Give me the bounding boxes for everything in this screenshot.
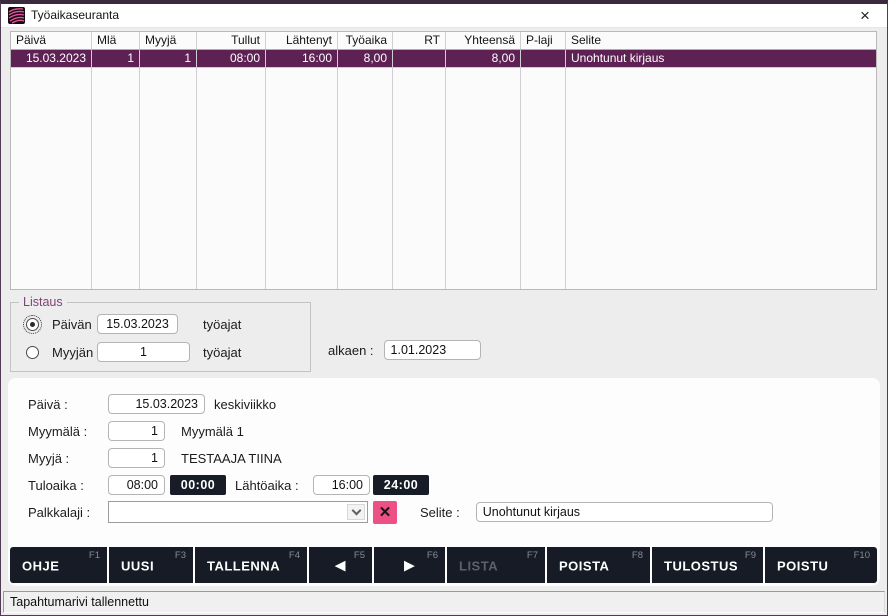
lahtoaika-label: Lähtöaika : (235, 478, 313, 493)
lahtoaika-field[interactable]: 16:00 (313, 475, 370, 495)
alkaen-row: alkaen : 1.01.2023 (328, 340, 481, 360)
window-title: Työaikaseuranta (31, 8, 119, 22)
close-icon[interactable]: × (854, 4, 876, 28)
radio-paivan[interactable] (26, 318, 39, 331)
myyja-label: Myyjä : (28, 451, 108, 466)
myymala-number-field[interactable]: 1 (108, 421, 165, 441)
palkkalaji-row: Palkkalaji : ✕ Selite : Unohtunut kirjau… (28, 501, 860, 523)
fkey-label: F1 (89, 550, 100, 561)
fkey-label: F7 (527, 550, 538, 561)
tuloaika-label: Tuloaika : (28, 478, 108, 493)
cell-paiva: 15.03.2023 (11, 50, 92, 67)
selite-label: Selite : (420, 505, 460, 520)
paiva-date-field[interactable]: 15.03.2023 (108, 394, 205, 414)
column-header-lahtenyt[interactable]: Lähtenyt (266, 32, 338, 49)
lista-button-disabled: F7 LISTA (447, 547, 545, 583)
column-header-tyoaika[interactable]: Työaika (338, 32, 393, 49)
alkaen-date-input[interactable]: 1.01.2023 (384, 340, 481, 360)
table-empty-area (11, 68, 876, 289)
cell-lahtenyt: 16:00 (266, 50, 338, 67)
myyja-number-field[interactable]: 1 (108, 448, 165, 468)
records-table: Päivä Mlä Myyjä Tullut Lähtenyt Työaika … (10, 31, 877, 290)
column-header-paiva[interactable]: Päivä (11, 32, 92, 49)
titlebar: Työaikaseuranta × (1, 4, 887, 28)
listaus-legend: Listaus (19, 295, 67, 309)
myyjan-number-input[interactable]: 1 (97, 342, 190, 362)
app-logo-icon (8, 7, 25, 24)
poista-button[interactable]: F8 POISTA (547, 547, 650, 583)
app-window: Työaikaseuranta × Päivä Mlä Myyjä Tullut… (0, 0, 888, 616)
listaus-paivan-row: Päivän 15.03.2023 työajat (11, 313, 310, 335)
myyjan-label: Myyjän (52, 345, 97, 360)
tulostus-button[interactable]: F9 TULOSTUS (652, 547, 763, 583)
ohje-button[interactable]: F1 OHJE (10, 547, 107, 583)
times-row: Tuloaika : 08:00 00:00 Lähtöaika : 16:00… (28, 474, 860, 496)
uusi-button[interactable]: F3 UUSI (109, 547, 193, 583)
column-header-plaji[interactable]: P-laji (521, 32, 566, 49)
fkey-label: F4 (289, 550, 300, 561)
column-header-yhteensa[interactable]: Yhteensä (446, 32, 521, 49)
radio-myyjan[interactable] (26, 346, 39, 359)
fkey-label: F9 (745, 550, 756, 561)
paiva-label: Päivä : (28, 397, 108, 412)
tuloaika-field[interactable]: 08:00 (108, 475, 165, 495)
myyja-name-text: TESTAAJA TIINA (181, 451, 282, 466)
cell-plaji (521, 50, 566, 67)
cell-tyoaika: 8,00 (338, 50, 393, 67)
table-row-selected[interactable]: 15.03.2023 1 1 08:00 16:00 8,00 8,00 Uno… (11, 50, 876, 68)
paivan-label: Päivän (52, 317, 97, 332)
alkaen-label: alkaen : (328, 343, 374, 358)
myyja-row: Myyjä : 1 TESTAAJA TIINA (28, 447, 860, 469)
next-record-button[interactable]: F6 ▶ (374, 547, 445, 583)
status-text: Tapahtumarivi tallennettu (10, 595, 149, 609)
tallenna-button[interactable]: F4 TALLENNA (195, 547, 307, 583)
previous-record-button[interactable]: F5 ◀ (309, 547, 372, 583)
fkey-label: F10 (854, 550, 870, 561)
lahtoaika-limit-badge: 24:00 (373, 475, 429, 495)
myymala-row: Myymälä : 1 Myymälä 1 (28, 420, 860, 442)
cell-rt (393, 50, 446, 67)
column-header-selite[interactable]: Selite (566, 32, 876, 49)
selite-input[interactable]: Unohtunut kirjaus (476, 502, 773, 522)
column-header-myyja[interactable]: Myyjä (140, 32, 197, 49)
function-toolbar: F1 OHJE F3 UUSI F4 TALLENNA F5 ◀ F6 ▶ F7… (10, 547, 877, 583)
column-header-mla[interactable]: Mlä (92, 32, 140, 49)
listaus-groupbox: Listaus Päivän 15.03.2023 työajat Myyjän… (10, 302, 311, 372)
column-header-rt[interactable]: RT (393, 32, 446, 49)
fkey-label: F3 (175, 550, 186, 561)
paiva-row: Päivä : 15.03.2023 keskiviikko (28, 393, 860, 415)
myyjan-suffix: työajat (203, 345, 241, 360)
myymala-label: Myymälä : (28, 424, 108, 439)
cell-tullut: 08:00 (197, 50, 266, 67)
paivan-suffix: työajat (203, 317, 241, 332)
poistu-button[interactable]: F10 POISTU (765, 547, 877, 583)
chevron-down-icon (347, 504, 365, 520)
palkkalaji-label: Palkkalaji : (28, 505, 108, 520)
column-header-tullut[interactable]: Tullut (197, 32, 266, 49)
cell-selite: Unohtunut kirjaus (566, 50, 876, 67)
left-arrow-icon: ◀ (309, 558, 372, 574)
cell-myyja: 1 (140, 50, 197, 67)
right-arrow-icon: ▶ (374, 558, 445, 574)
palkkalaji-select[interactable] (108, 501, 368, 523)
tuloaika-limit-badge: 00:00 (170, 475, 226, 495)
fkey-label: F8 (632, 550, 643, 561)
cell-mla: 1 (92, 50, 140, 67)
weekday-text: keskiviikko (214, 397, 276, 412)
status-bar: Tapahtumarivi tallennettu (3, 591, 885, 613)
myymala-name-text: Myymälä 1 (181, 424, 244, 439)
cell-yhteensa: 8,00 (446, 50, 521, 67)
listaus-myyjan-row: Myyjän 1 työajat (11, 341, 310, 363)
table-header: Päivä Mlä Myyjä Tullut Lähtenyt Työaika … (11, 32, 876, 50)
paivan-date-input[interactable]: 15.03.2023 (97, 314, 178, 334)
clear-palkkalaji-button[interactable]: ✕ (373, 501, 397, 524)
